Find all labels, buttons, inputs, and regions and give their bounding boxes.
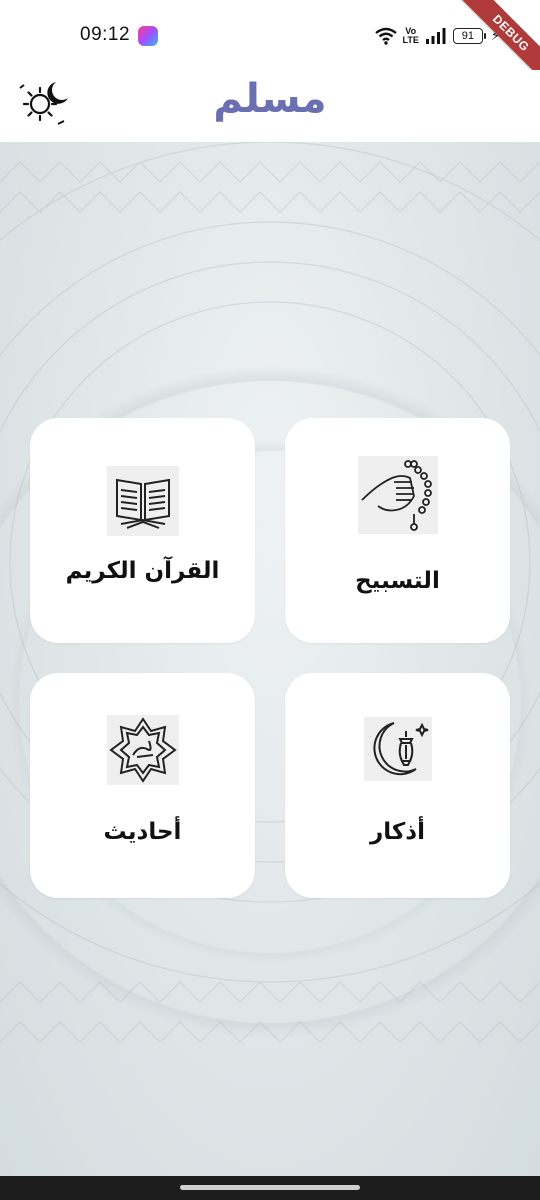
adhkar-card-label: أذكار	[370, 819, 425, 845]
wifi-icon	[374, 27, 397, 45]
signal-icon	[425, 28, 447, 44]
quran-card-label: القرآن الكريم	[65, 558, 220, 584]
status-time: 09:12	[80, 24, 131, 45]
decorative-background	[0, 142, 540, 1176]
app-bar: مسلم	[0, 70, 540, 142]
hadith-card-label: أحاديث	[103, 819, 182, 845]
adhkar-card[interactable]: أذكار	[285, 673, 510, 898]
tasbih-card-label: التسبيح	[355, 568, 440, 594]
tasbih-card[interactable]: التسبيح	[285, 418, 510, 643]
quran-card[interactable]: القرآن الكريم	[30, 418, 255, 643]
muhammad-star-icon	[106, 715, 179, 785]
tasbih-hand-icon	[357, 456, 438, 534]
volte-bottom-text: LTE	[402, 35, 419, 45]
home-indicator[interactable]	[180, 1185, 360, 1190]
quran-book-icon	[106, 466, 179, 536]
volte-indicator: Vo LTE	[403, 27, 419, 45]
crescent-lantern-icon	[363, 717, 432, 781]
hadith-card[interactable]: أحاديث	[30, 673, 255, 898]
app-notification-icon	[138, 26, 158, 46]
app-title: مسلم	[213, 76, 327, 122]
islamic-pattern-decoration	[0, 142, 540, 1043]
